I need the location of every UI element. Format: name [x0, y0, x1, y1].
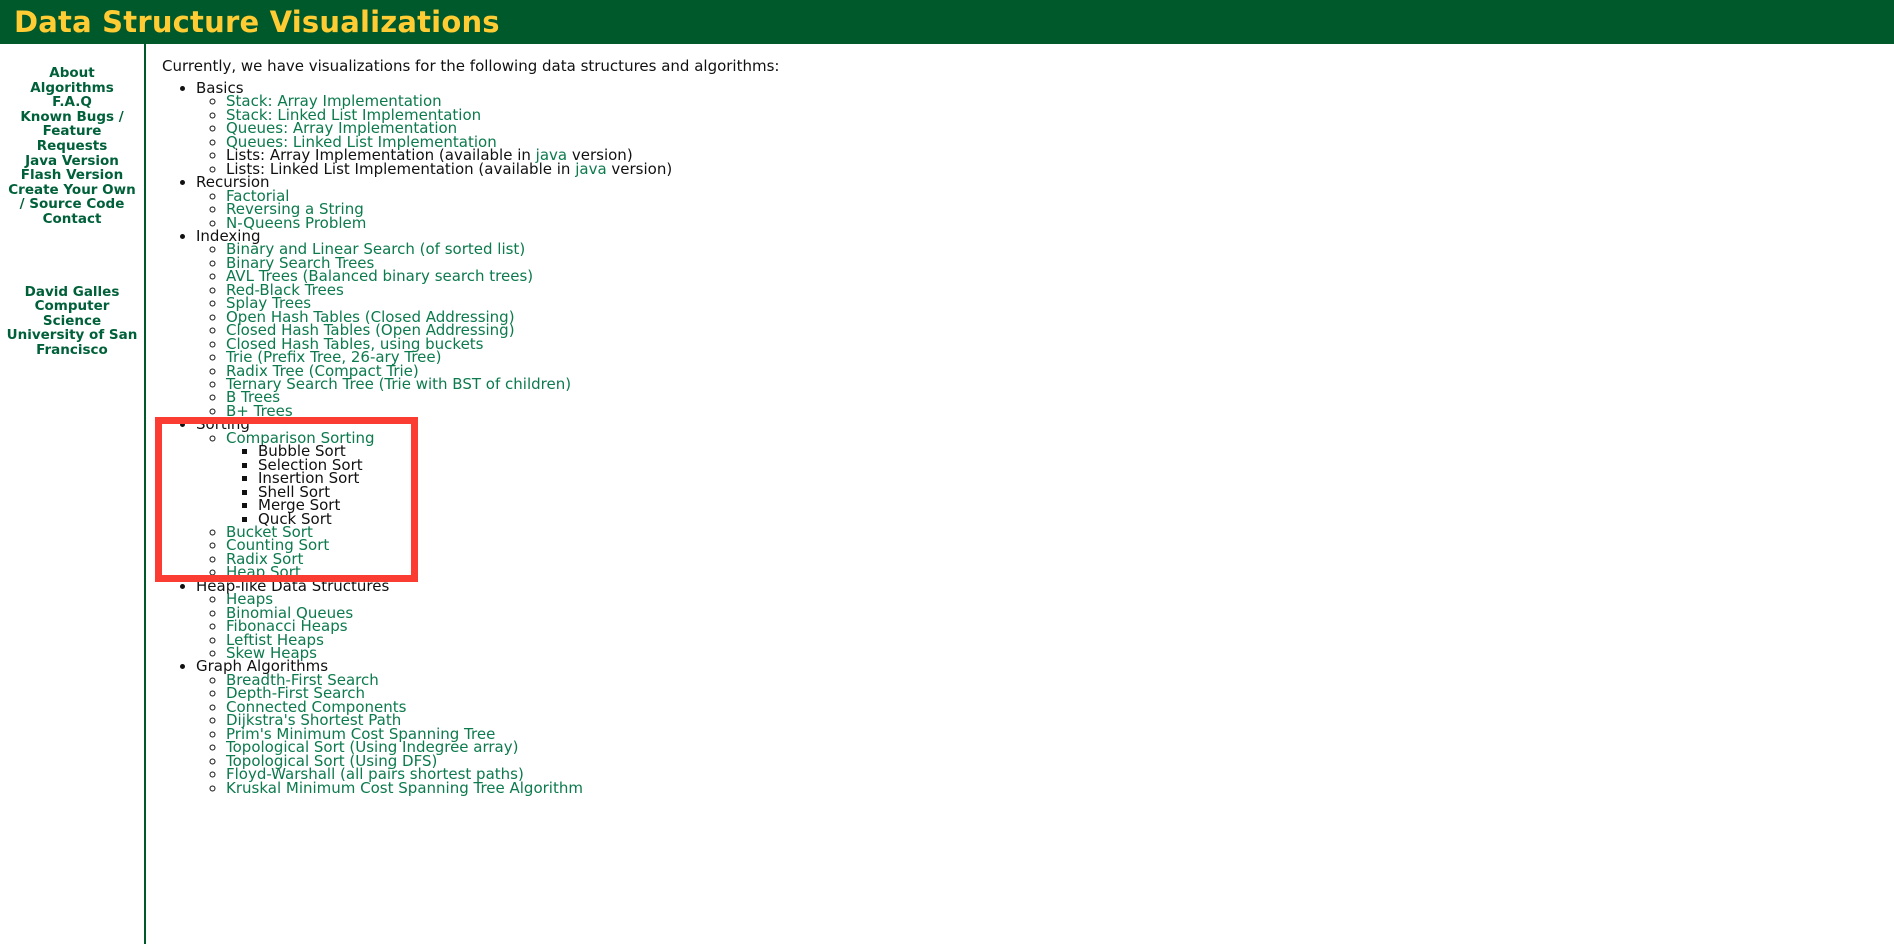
list-item: AVL Trees (Balanced binary search trees)	[226, 269, 1894, 284]
list-item: Depth-First Search	[226, 686, 1894, 701]
sidebar-item-about[interactable]: About	[8, 66, 136, 81]
body-wrapper: About Algorithms F.A.Q Known Bugs / Feat…	[0, 44, 1894, 944]
group-indexing: IndexingBinary and Linear Search (of sor…	[196, 228, 1894, 418]
page-root: Data Structure Visualizations About Algo…	[0, 0, 1894, 944]
list-item: Kruskal Minimum Cost Spanning Tree Algor…	[226, 779, 1894, 797]
item-link-kruskal-minimum-cost-spanning-tree-algorithm[interactable]: Kruskal Minimum Cost Spanning Tree Algor…	[226, 779, 583, 797]
visualizations-list: BasicsStack: Array ImplementationStack: …	[162, 81, 1894, 797]
list-item: Quck Sort	[258, 511, 1894, 526]
list-item: Heaps	[226, 592, 1894, 607]
site-header: Data Structure Visualizations	[0, 0, 1894, 44]
credit-university: University of San Francisco	[6, 327, 138, 358]
list-item: Fibonacci Heaps	[226, 619, 1894, 634]
list-item: Bubble Sort	[258, 444, 1894, 459]
group-items: Comparison SortingBubble SortSelection S…	[196, 430, 1894, 580]
list-item: Comparison SortingBubble SortSelection S…	[226, 430, 1894, 526]
group-heap-like-data-structures: Heap-like Data StructuresHeapsBinomial Q…	[196, 576, 1894, 661]
sidebar-link-java-version[interactable]: Java Version	[8, 153, 136, 169]
list-item: Binary and Linear Search (of sorted list…	[226, 242, 1894, 257]
group-items: FactorialReversing a StringN-Queens Prob…	[196, 188, 1894, 230]
list-item: Heap Sort	[226, 565, 1894, 580]
list-item: Reversing a String	[226, 202, 1894, 217]
sidebar-credits: David Galles Computer Science University…	[0, 283, 144, 358]
sidebar: About Algorithms F.A.Q Known Bugs / Feat…	[0, 44, 146, 944]
list-item: Lists: Linked List Implementation (avail…	[226, 159, 1894, 178]
sidebar-link-known-bugs[interactable]: Known Bugs / Feature Requests	[8, 110, 136, 154]
sidebar-item-contact[interactable]: Contact	[8, 212, 136, 227]
item-text: Lists: Linked List Implementation (avail…	[226, 159, 576, 178]
sidebar-link-algorithms[interactable]: Algorithms	[8, 80, 136, 96]
group-items: HeapsBinomial QueuesFibonacci HeapsLefti…	[196, 592, 1894, 661]
list-item: N-Queens Problem	[226, 215, 1894, 230]
list-item: Binomial Queues	[226, 605, 1894, 620]
sidebar-item-java-version[interactable]: Java Version	[8, 153, 136, 169]
credit-author: David Galles	[24, 283, 120, 300]
list-item: Factorial	[226, 188, 1894, 203]
list-item: B Trees	[226, 390, 1894, 405]
group-recursion: RecursionFactorialReversing a StringN-Qu…	[196, 175, 1894, 230]
sidebar-link-faq[interactable]: F.A.Q	[8, 95, 136, 110]
sidebar-item-flash-version[interactable]: Flash Version	[8, 168, 136, 183]
group-graph-algorithms: Graph AlgorithmsBreadth-First SearchDept…	[196, 659, 1894, 797]
list-item: Topological Sort (Using Indegree array)	[226, 740, 1894, 755]
page-title: Data Structure Visualizations	[14, 5, 500, 39]
group-items: Stack: Array ImplementationStack: Linked…	[196, 94, 1894, 178]
list-item: Counting Sort	[226, 538, 1894, 553]
list-item: Selection Sort	[258, 457, 1894, 472]
sidebar-nav: About Algorithms F.A.Q Known Bugs / Feat…	[0, 66, 144, 227]
credit-department: Computer Science	[34, 298, 110, 329]
list-item: Radix Sort	[226, 551, 1894, 566]
list-item: Insertion Sort	[258, 471, 1894, 486]
sidebar-link-about[interactable]: About	[8, 66, 136, 81]
group-sorting: SortingComparison SortingBubble SortSele…	[196, 417, 1894, 580]
group-items: Breadth-First SearchDepth-First SearchCo…	[196, 672, 1894, 797]
list-item: Merge Sort	[258, 498, 1894, 513]
list-item: Trie (Prefix Tree, 26-ary Tree)	[226, 350, 1894, 365]
list-item: Breadth-First Search	[226, 672, 1894, 687]
list-item: Stack: Linked List Implementation	[226, 107, 1894, 122]
group-items: Binary and Linear Search (of sorted list…	[196, 242, 1894, 418]
sidebar-link-flash-version[interactable]: Flash Version	[8, 168, 136, 183]
main-content: Currently, we have visualizations for th…	[146, 44, 1894, 944]
list-item: Ternary Search Tree (Trie with BST of ch…	[226, 376, 1894, 391]
list-item: Shell Sort	[258, 484, 1894, 499]
sidebar-link-contact[interactable]: Contact	[8, 212, 136, 227]
list-item: B+ Trees	[226, 403, 1894, 418]
intro-text: Currently, we have visualizations for th…	[162, 57, 780, 75]
item-link-java[interactable]: java	[575, 160, 606, 178]
sublist: Bubble SortSelection SortInsertion SortS…	[226, 444, 1894, 526]
list-item: Bucket Sort	[226, 524, 1894, 539]
list-item: Skew Heaps	[226, 646, 1894, 661]
group-label: Heap-like Data Structures	[196, 576, 390, 595]
item-text-suffix: version)	[606, 159, 673, 178]
list-item: Red-Black Trees	[226, 282, 1894, 297]
list-item: Closed Hash Tables, using buckets	[226, 336, 1894, 351]
sidebar-item-known-bugs[interactable]: Known Bugs / Feature Requests	[8, 110, 136, 154]
sidebar-item-create-your-own[interactable]: Create Your Own / Source Code	[8, 182, 136, 212]
list-item: Connected Components	[226, 699, 1894, 714]
group-basics: BasicsStack: Array ImplementationStack: …	[196, 81, 1894, 178]
sidebar-link-create-your-own[interactable]: Create Your Own / Source Code	[8, 182, 136, 212]
sidebar-item-algorithms[interactable]: Algorithms	[8, 80, 136, 96]
list-item: Leftist Heaps	[226, 632, 1894, 647]
sidebar-item-faq[interactable]: F.A.Q	[8, 95, 136, 110]
